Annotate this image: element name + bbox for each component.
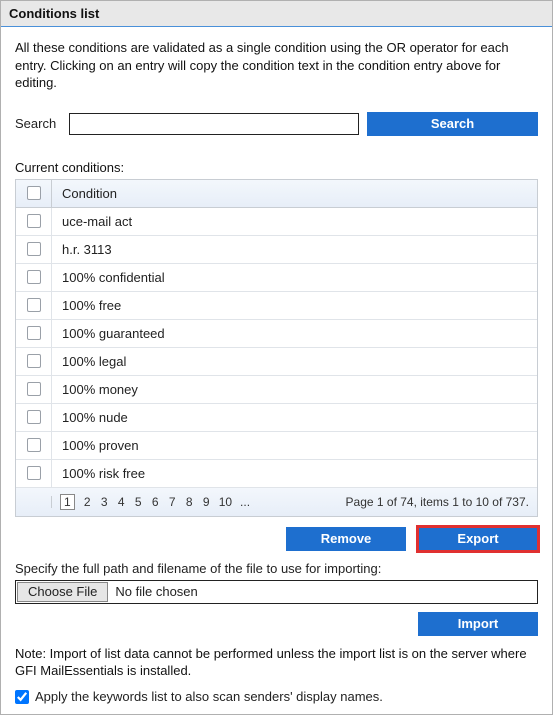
- table-header-row: Condition: [16, 180, 537, 208]
- apply-keywords-row[interactable]: Apply the keywords list to also scan sen…: [15, 689, 538, 704]
- table-row[interactable]: uce-mail act: [16, 208, 537, 236]
- file-chooser: Choose File No file chosen: [15, 580, 538, 604]
- pager-page[interactable]: 5: [134, 495, 143, 509]
- table-row[interactable]: 100% legal: [16, 348, 537, 376]
- row-checkbox-cell[interactable]: [16, 376, 52, 403]
- condition-cell: 100% nude: [52, 410, 537, 425]
- action-row: Remove Export: [15, 527, 538, 551]
- row-checkbox-cell[interactable]: [16, 432, 52, 459]
- condition-cell: 100% free: [52, 298, 537, 313]
- export-button[interactable]: Export: [418, 527, 538, 551]
- panel-title: Conditions list: [1, 1, 552, 27]
- checkbox-icon: [27, 438, 41, 452]
- table-row[interactable]: 100% risk free: [16, 460, 537, 488]
- choose-file-button[interactable]: Choose File: [17, 582, 108, 602]
- checkbox-icon: [27, 382, 41, 396]
- search-row: Search Search: [15, 112, 538, 136]
- intro-text: All these conditions are validated as a …: [15, 39, 538, 92]
- row-checkbox-cell[interactable]: [16, 404, 52, 431]
- row-checkbox-cell[interactable]: [16, 264, 52, 291]
- panel-body: All these conditions are validated as a …: [1, 27, 552, 714]
- pager-page[interactable]: 10: [219, 495, 232, 509]
- pager-page[interactable]: 6: [151, 495, 160, 509]
- table-body: uce-mail act h.r. 3113 100% confidential 10…: [16, 208, 537, 488]
- checkbox-icon: [27, 186, 41, 200]
- table-row[interactable]: 100% proven: [16, 432, 537, 460]
- checkbox-icon: [27, 242, 41, 256]
- import-button[interactable]: Import: [418, 612, 538, 636]
- pager-page[interactable]: 4: [117, 495, 126, 509]
- row-checkbox-cell[interactable]: [16, 320, 52, 347]
- apply-keywords-label: Apply the keywords list to also scan sen…: [35, 689, 383, 704]
- condition-cell: h.r. 3113: [52, 242, 537, 257]
- file-chosen-text: No file chosen: [109, 581, 537, 603]
- row-checkbox-cell[interactable]: [16, 292, 52, 319]
- checkbox-icon: [27, 466, 41, 480]
- checkbox-icon: [27, 354, 41, 368]
- pager-page[interactable]: 8: [185, 495, 194, 509]
- pager-status: Page 1 of 74, items 1 to 10 of 737.: [346, 495, 529, 509]
- pager-page[interactable]: 2: [83, 495, 92, 509]
- conditions-panel: Conditions list All these conditions are…: [0, 0, 553, 715]
- checkbox-icon: [27, 410, 41, 424]
- import-note: Note: Import of list data cannot be perf…: [15, 646, 538, 680]
- condition-cell: 100% legal: [52, 354, 537, 369]
- pager-page[interactable]: 7: [168, 495, 177, 509]
- import-row: Import: [15, 612, 538, 636]
- apply-keywords-checkbox[interactable]: [15, 690, 29, 704]
- condition-cell: 100% guaranteed: [52, 326, 537, 341]
- row-checkbox-cell[interactable]: [16, 208, 52, 235]
- condition-cell: 100% proven: [52, 438, 537, 453]
- import-label: Specify the full path and filename of th…: [15, 561, 538, 576]
- checkbox-icon: [27, 326, 41, 340]
- conditions-table: Condition uce-mail act h.r. 3113 100% conf…: [15, 179, 538, 488]
- condition-cell: 100% risk free: [52, 466, 537, 481]
- checkbox-icon: [27, 298, 41, 312]
- table-row[interactable]: 100% confidential: [16, 264, 537, 292]
- row-checkbox-cell[interactable]: [16, 460, 52, 487]
- remove-button[interactable]: Remove: [286, 527, 406, 551]
- pager-more[interactable]: ...: [240, 495, 250, 509]
- table-row[interactable]: 100% guaranteed: [16, 320, 537, 348]
- pager-page[interactable]: 1: [60, 494, 75, 510]
- pager-page[interactable]: 3: [100, 495, 109, 509]
- table-row[interactable]: 100% free: [16, 292, 537, 320]
- column-header-condition[interactable]: Condition: [52, 180, 537, 207]
- pager-page[interactable]: 9: [202, 495, 211, 509]
- checkbox-icon: [27, 214, 41, 228]
- search-input[interactable]: [69, 113, 359, 135]
- search-label: Search: [15, 116, 61, 131]
- current-conditions-label: Current conditions:: [15, 160, 538, 175]
- pager-spacer: [16, 496, 52, 508]
- pager-row: 123456789 10... Page 1 of 74, items 1 to …: [15, 488, 538, 517]
- row-checkbox-cell[interactable]: [16, 236, 52, 263]
- table-row[interactable]: 100% money: [16, 376, 537, 404]
- pager-pages: 123456789 10...: [60, 494, 250, 510]
- table-row[interactable]: 100% nude: [16, 404, 537, 432]
- table-row[interactable]: h.r. 3113: [16, 236, 537, 264]
- condition-cell: uce-mail act: [52, 214, 537, 229]
- select-all-cell[interactable]: [16, 180, 52, 207]
- condition-cell: 100% money: [52, 382, 537, 397]
- condition-cell: 100% confidential: [52, 270, 537, 285]
- row-checkbox-cell[interactable]: [16, 348, 52, 375]
- search-button[interactable]: Search: [367, 112, 538, 136]
- checkbox-icon: [27, 270, 41, 284]
